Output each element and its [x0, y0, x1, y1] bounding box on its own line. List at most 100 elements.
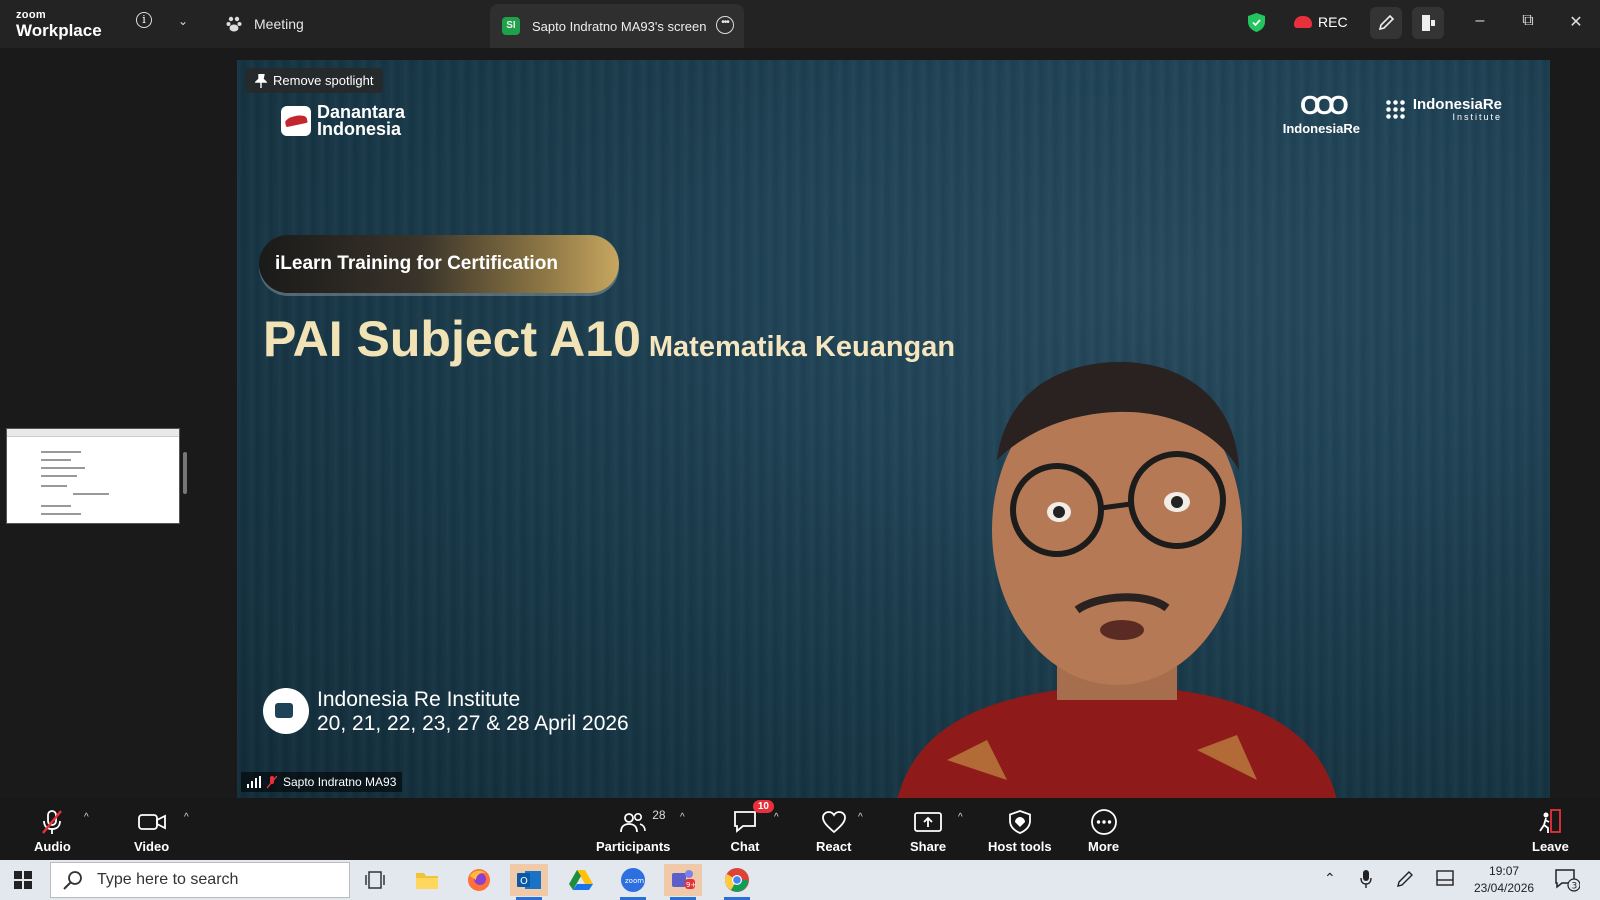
security-shield-icon[interactable]: [1248, 13, 1265, 32]
video-options-caret-icon[interactable]: ^: [184, 812, 189, 823]
taskbar-search-box[interactable]: Type here to search: [50, 862, 350, 898]
tray-pen-icon[interactable]: [1396, 870, 1414, 891]
zoom-workplace-logo: zoom Workplace: [16, 9, 102, 40]
stop-share-button[interactable]: [1412, 7, 1444, 39]
more-label: More: [1088, 839, 1120, 854]
taskbar-clock[interactable]: 19:07 23/04/2026: [1474, 863, 1534, 897]
mic-muted-icon: [42, 810, 63, 834]
presenter-video: [897, 361, 1337, 798]
spotlight-video[interactable]: Remove spotlight Danantara Indonesia OOO…: [237, 60, 1550, 798]
dot-grid-icon: [1384, 99, 1407, 121]
recording-indicator[interactable]: REC: [1294, 14, 1348, 30]
ire-inst-line2: Institute: [1452, 112, 1502, 122]
tray-touch-keyboard-icon[interactable]: [1436, 870, 1454, 889]
pencil-icon: [1378, 14, 1395, 31]
leave-button[interactable]: Leave: [1532, 798, 1569, 860]
chat-options-caret-icon[interactable]: ^: [774, 812, 779, 823]
chevron-down-icon[interactable]: ⌄: [178, 14, 188, 28]
notification-count: 3: [1572, 882, 1578, 892]
search-placeholder: Type here to search: [97, 871, 239, 888]
video-button[interactable]: Video: [134, 798, 169, 860]
title-bar: zoom Workplace i ⌄ Meeting SI Sapto Indr…: [0, 0, 1600, 48]
windows-taskbar: Type here to search O zoom 9+ ⌃ 19:07 23…: [0, 860, 1600, 900]
signal-strength-icon: [247, 776, 261, 788]
chat-unread-badge: 10: [752, 800, 774, 813]
tab-shared-screen[interactable]: SI Sapto Indratno MA93's screen •••: [490, 4, 744, 48]
chrome-icon[interactable]: [718, 864, 756, 900]
danantara-line2: Indonesia: [317, 119, 402, 139]
clock-date: 23/04/2026: [1474, 881, 1535, 895]
event-camera-icon: [263, 688, 309, 734]
host-tools-button[interactable]: Host tools: [988, 798, 1052, 860]
thumbnail-resize-handle[interactable]: [183, 452, 187, 494]
rec-label: REC: [1318, 14, 1348, 30]
task-view-icon[interactable]: [356, 864, 394, 896]
info-icon[interactable]: i: [136, 12, 152, 28]
share-button[interactable]: Share: [910, 798, 946, 860]
close-icon[interactable]: ✕: [1566, 12, 1586, 32]
firefox-icon[interactable]: [460, 864, 498, 896]
screen-avatar-badge: SI: [502, 17, 520, 35]
indonesia-re-logo: OOO IndonesiaRe: [1283, 90, 1360, 136]
course-code: PAI Subject A10: [263, 311, 641, 367]
pin-icon: [255, 73, 267, 88]
minimize-icon[interactable]: –: [1470, 12, 1490, 30]
notification-center-icon[interactable]: 3: [1554, 868, 1581, 895]
participants-count: 28: [652, 808, 666, 822]
cloud-record-icon: [1294, 16, 1312, 28]
participants-options-caret-icon[interactable]: ^: [680, 812, 685, 823]
leave-door-icon: [1539, 809, 1562, 833]
react-button[interactable]: React: [816, 798, 851, 860]
audio-options-caret-icon[interactable]: ^: [84, 812, 89, 823]
tab-screen-label: Sapto Indratno MA93's screen: [532, 18, 707, 34]
tray-microphone-icon[interactable]: [1360, 870, 1372, 891]
more-dots-icon: [1090, 809, 1117, 835]
tray-overflow-chevron-icon[interactable]: ⌃: [1324, 870, 1336, 887]
windows-start-icon[interactable]: [14, 871, 32, 889]
share-screen-icon: [914, 812, 942, 832]
file-explorer-icon[interactable]: [408, 864, 446, 896]
more-button[interactable]: More: [1088, 798, 1119, 860]
participants-label: Participants: [596, 839, 671, 854]
participants-icon: [620, 812, 647, 833]
tab-meeting[interactable]: Meeting: [226, 0, 304, 48]
danantara-mark-icon: [281, 106, 311, 136]
logo-bottom-text: Workplace: [16, 21, 102, 40]
audio-label: Audio: [34, 839, 71, 854]
event-dates: 20, 21, 22, 23, 27 & 28 April 2026: [317, 712, 629, 735]
participant-name-tag: Sapto Indratno MA93: [241, 772, 403, 792]
meeting-stage: Remove spotlight Danantara Indonesia OOO…: [0, 48, 1600, 798]
share-options-caret-icon[interactable]: ^: [958, 812, 963, 823]
host-tools-label: Host tools: [988, 839, 1052, 854]
video-label: Video: [134, 839, 170, 854]
participant-name: Sapto Indratno MA93: [283, 775, 397, 789]
danantara-logo: Danantara Indonesia: [281, 103, 405, 139]
search-icon: [63, 871, 82, 890]
ire-inst-line1: IndonesiaRe: [1412, 96, 1502, 113]
more-options-icon[interactable]: •••: [716, 16, 734, 34]
shield-icon: [1008, 810, 1031, 834]
leave-label: Leave: [1532, 839, 1569, 854]
participants-button[interactable]: 28 Participants: [596, 798, 670, 860]
muted-mic-icon: [267, 775, 277, 788]
rings-icon: OOO: [1300, 90, 1349, 120]
shared-screen-thumbnail[interactable]: [6, 428, 180, 524]
annotate-button[interactable]: [1370, 7, 1402, 39]
chat-button[interactable]: 10 Chat: [730, 798, 774, 860]
remove-spotlight-button[interactable]: Remove spotlight: [245, 68, 384, 93]
teams-icon[interactable]: 9+: [664, 864, 702, 900]
outlook-icon[interactable]: O: [510, 864, 548, 900]
google-drive-icon[interactable]: [562, 864, 600, 896]
video-camera-icon: [137, 814, 166, 830]
svg-text:O: O: [520, 876, 528, 887]
zoom-app-icon[interactable]: zoom: [614, 864, 652, 900]
logo-top-text: zoom: [16, 9, 46, 21]
react-options-caret-icon[interactable]: ^: [858, 812, 863, 823]
restore-icon[interactable]: ⧉: [1518, 12, 1538, 30]
audio-button[interactable]: Audio: [34, 798, 71, 860]
paw-icon: [226, 16, 242, 32]
svg-text:9+: 9+: [686, 881, 696, 889]
door-icon: [1422, 15, 1435, 31]
event-title: Indonesia Re Institute: [317, 688, 521, 711]
indonesia-re-institute-logo: IndonesiaRe Institute: [1384, 96, 1502, 122]
